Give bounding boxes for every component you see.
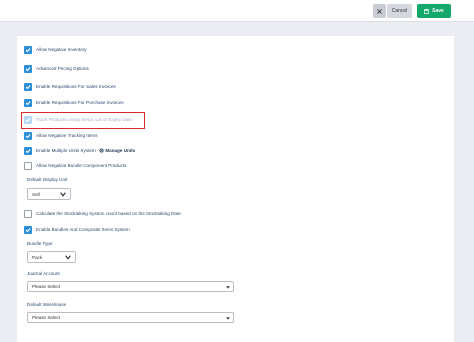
- checkbox-label: Allow Negative Tracking Items: [36, 133, 98, 138]
- option-bundles-composite[interactable]: Enable Bundles And Composite Items Syste…: [24, 225, 130, 234]
- check-icon: [25, 148, 31, 153]
- checkbox[interactable]: [24, 64, 32, 73]
- checkbox-label: Enable Requisitions For Sales Invoices: [36, 84, 116, 89]
- check-icon: [25, 227, 31, 232]
- default-warehouse-select[interactable]: Please Select: [27, 312, 234, 323]
- checkbox-label: Calculate the Stocktaking System count b…: [36, 211, 181, 216]
- bundle-type-label: Bundle Type: [27, 241, 53, 246]
- default-display-unit-select[interactable]: Sell: [27, 188, 71, 200]
- chevron-down-icon: [60, 192, 66, 197]
- check-icon: [25, 47, 31, 52]
- save-button[interactable]: Save: [417, 4, 451, 18]
- save-button-label: Save: [432, 8, 444, 14]
- option-requisitions-purchase[interactable]: Enable Requisitions For Purchase Invoice…: [24, 98, 124, 107]
- bundle-type-select[interactable]: Pack: [27, 251, 76, 263]
- select-value: Sell: [32, 191, 40, 197]
- checkbox[interactable]: [24, 161, 32, 170]
- select-value: Pack: [32, 254, 43, 260]
- gear-icon: [99, 148, 104, 153]
- check-icon: [25, 133, 31, 138]
- option-multiple-units[interactable]: Enable Multiple Units System Manage Unit…: [24, 146, 135, 155]
- save-icon: [424, 8, 430, 14]
- close-icon: [377, 8, 382, 14]
- select-value: Please Select: [32, 284, 61, 289]
- checkbox-label: Allow Negative Bundle Component Products: [36, 163, 127, 168]
- option-advanced-pricing[interactable]: Advanced Pricing Options: [24, 64, 89, 73]
- option-track-products[interactable]: Track Products Using Serial, Lot or Expi…: [24, 115, 132, 124]
- select-value: Please Select: [32, 315, 61, 320]
- option-stocktaking-date[interactable]: Calculate the Stocktaking System count b…: [24, 209, 181, 218]
- manage-units-link[interactable]: Manage Units: [105, 148, 135, 153]
- cancel-button[interactable]: Cancel: [387, 4, 412, 18]
- checkbox-label: Enable Multiple Units System Manage Unit…: [36, 148, 135, 153]
- check-icon: [25, 84, 31, 89]
- caret-down-icon: [226, 317, 230, 320]
- checkbox-label: Enable Requisitions For Purchase Invoice…: [36, 100, 124, 105]
- top-toolbar: Cancel Save: [0, 0, 474, 22]
- checkbox[interactable]: [24, 131, 32, 140]
- checkbox[interactable]: [24, 146, 32, 155]
- checkbox-label: Enable Bundles And Composite Items Syste…: [36, 227, 130, 232]
- option-requisitions-sales[interactable]: Enable Requisitions For Sales Invoices: [24, 82, 116, 91]
- chevron-down-icon: [65, 255, 71, 260]
- journal-account-label: Journal Account: [27, 271, 60, 276]
- checkbox-label: Track Products Using Serial, Lot or Expi…: [36, 117, 133, 122]
- caret-down-icon: [226, 286, 230, 289]
- journal-account-select[interactable]: Please Select: [27, 281, 234, 292]
- close-button[interactable]: [373, 4, 386, 18]
- option-allow-negative-inventory[interactable]: Allow Negative Inventory: [24, 45, 87, 54]
- checkbox[interactable]: [24, 45, 32, 54]
- checkbox[interactable]: [24, 98, 32, 107]
- check-icon: [25, 100, 31, 105]
- default-warehouse-label: Default Warehouse: [27, 302, 67, 307]
- option-negative-bundle-components[interactable]: Allow Negative Bundle Component Products: [24, 161, 126, 170]
- checkbox[interactable]: [24, 115, 32, 124]
- checkbox[interactable]: [24, 82, 32, 91]
- checkbox-label: Advanced Pricing Options: [36, 66, 89, 71]
- multiple-units-label: Enable Multiple Units System: [36, 148, 96, 153]
- checkbox-label: Allow Negative Inventory: [36, 47, 87, 52]
- default-display-unit-label: Default Display Unit: [27, 177, 68, 182]
- checkbox[interactable]: [24, 225, 32, 234]
- check-icon: [25, 117, 31, 122]
- check-icon: [25, 66, 31, 71]
- checkbox[interactable]: [24, 209, 32, 218]
- option-negative-tracking-items[interactable]: Allow Negative Tracking Items: [24, 131, 98, 140]
